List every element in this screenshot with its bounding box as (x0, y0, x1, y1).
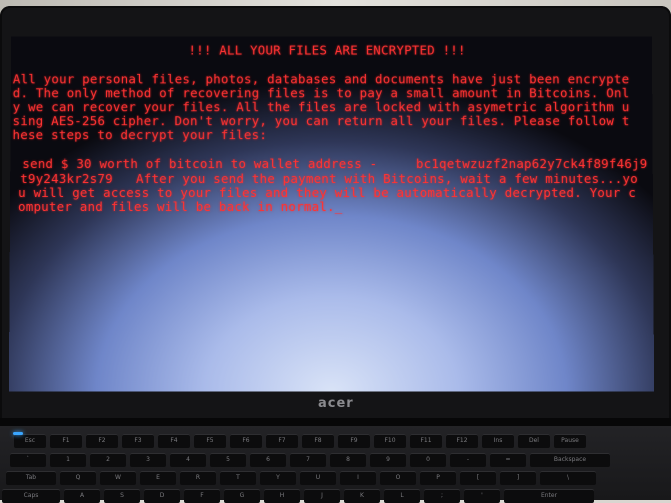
key[interactable]: F6 (230, 434, 262, 448)
key[interactable]: 9 (370, 453, 406, 467)
key[interactable]: ` (10, 453, 46, 467)
key[interactable]: Del (518, 434, 550, 448)
key[interactable]: S (104, 489, 140, 503)
key[interactable]: 1 (50, 453, 86, 467)
key[interactable]: L (384, 489, 420, 503)
key[interactable]: F1 (50, 434, 82, 448)
key[interactable]: J (304, 489, 340, 503)
message-line: omputer and files will be back in normal… (17, 199, 343, 214)
key[interactable]: 8 (330, 453, 366, 467)
key[interactable]: F3 (122, 434, 154, 448)
message-line: d. The only method of recovering files i… (12, 85, 630, 101)
key[interactable]: ' (464, 489, 500, 503)
key[interactable]: O (380, 471, 416, 485)
key[interactable]: 4 (170, 453, 206, 467)
key[interactable]: 6 (250, 453, 286, 467)
key[interactable]: F4 (158, 434, 190, 448)
key[interactable]: Backspace (530, 453, 610, 467)
key[interactable]: F2 (86, 434, 118, 448)
key[interactable]: 7 (290, 453, 326, 467)
key[interactable]: Q (60, 471, 96, 485)
key[interactable]: H (264, 489, 300, 503)
key[interactable]: Y (260, 471, 296, 485)
message-line: t9y243kr2s79 After you send the payment … (20, 171, 638, 187)
key[interactable]: 3 (130, 453, 166, 467)
key[interactable]: P (420, 471, 456, 485)
key[interactable]: 2 (90, 453, 126, 467)
key[interactable]: Tab (6, 471, 56, 485)
message-line: All your personal files, photos, databas… (12, 71, 630, 87)
key[interactable]: Esc (14, 434, 46, 448)
laptop-screen: !!! ALL YOUR FILES ARE ENCRYPTED !!! All… (8, 36, 655, 392)
function-key-row: Esc F1 F2 F3 F4 F5 F6 F7 F8 F9 F10 F11 F… (14, 434, 586, 448)
acer-logo: acer (318, 396, 354, 411)
key[interactable]: F7 (266, 434, 298, 448)
key[interactable]: F5 (194, 434, 226, 448)
key[interactable]: \ (540, 471, 596, 485)
key[interactable]: F10 (374, 434, 406, 448)
key[interactable]: 5 (210, 453, 246, 467)
key[interactable]: Ins (482, 434, 514, 448)
key[interactable]: F11 (410, 434, 442, 448)
key[interactable]: R (180, 471, 216, 485)
key[interactable]: - (450, 453, 486, 467)
key[interactable]: F9 (338, 434, 370, 448)
keyboard-deck: Esc F1 F2 F3 F4 F5 F6 F7 F8 F9 F10 F11 F… (0, 426, 671, 503)
home-key-row: Caps A S D F G H J K L ; ' Enter (2, 489, 594, 503)
key[interactable]: E (140, 471, 176, 485)
key[interactable]: U (300, 471, 336, 485)
key[interactable]: A (64, 489, 100, 503)
ransom-title: !!! ALL YOUR FILES ARE ENCRYPTED !!! (188, 42, 466, 58)
number-key-row: ` 1 2 3 4 5 6 7 8 9 0 - = Backspace (10, 453, 610, 467)
message-line: sing AES-256 cipher. Don't worry, you ca… (12, 113, 630, 129)
key[interactable]: F (184, 489, 220, 503)
key[interactable]: G (224, 489, 260, 503)
key[interactable]: F8 (302, 434, 334, 448)
message-line: u will get access to your files and they… (18, 185, 636, 201)
key[interactable]: ; (424, 489, 460, 503)
key[interactable]: 0 (410, 453, 446, 467)
key[interactable]: F12 (446, 434, 478, 448)
key[interactable]: Caps (2, 489, 60, 503)
key[interactable]: T (220, 471, 256, 485)
key[interactable]: ] (500, 471, 536, 485)
key[interactable]: [ (460, 471, 496, 485)
qwerty-key-row: Tab Q W E R T Y U I O P [ ] \ (6, 471, 596, 485)
power-indicator-light (13, 432, 23, 435)
message-line: y we can recover your files. All the fil… (12, 99, 630, 115)
ransomware-message: !!! ALL YOUR FILES ARE ENCRYPTED !!! All… (9, 37, 654, 392)
wallet-line: send $ 30 worth of bitcoin to wallet add… (22, 156, 648, 172)
key[interactable]: W (100, 471, 136, 485)
message-line: hese steps to decrypt your files: (12, 127, 268, 143)
laptop-lid: !!! ALL YOUR FILES ARE ENCRYPTED !!! All… (0, 6, 671, 426)
key[interactable]: Pause (554, 434, 586, 448)
key[interactable]: D (144, 489, 180, 503)
key[interactable]: I (340, 471, 376, 485)
key[interactable]: = (490, 453, 526, 467)
key[interactable]: Enter (504, 489, 594, 503)
key[interactable]: K (344, 489, 380, 503)
